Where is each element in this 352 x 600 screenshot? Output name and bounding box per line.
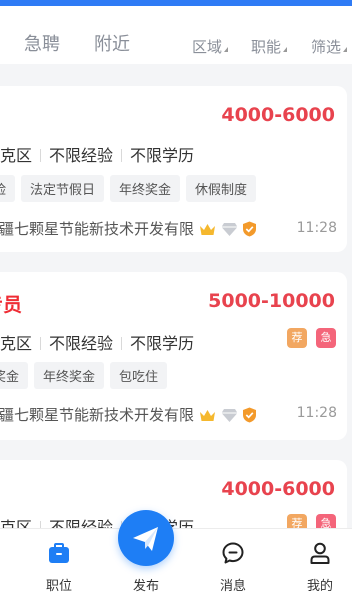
company-name-row: 新疆七颗星节能新技术开发有限: [0, 218, 257, 239]
paper-plane-icon: [133, 527, 158, 551]
job-tags: 奖金年终奖金包吃住: [0, 362, 173, 389]
person-icon: [310, 542, 330, 564]
job-salary: 5000-10000: [208, 290, 335, 312]
diamond-icon: [221, 409, 238, 422]
job-tag: 奖金: [0, 362, 29, 389]
nav-label-messages: 消息: [219, 579, 246, 594]
filter-region-label: 区域: [192, 38, 223, 56]
nav-label-profile: 我的: [306, 579, 333, 594]
job-tag: 险: [0, 175, 16, 202]
job-salary: 4000-6000: [221, 478, 335, 500]
chat-bubble-icon: [222, 542, 244, 564]
job-experience: 不限经验: [49, 334, 114, 353]
company-name: 新疆七颗星节能新技术开发有限: [0, 406, 195, 424]
job-education: 不限学历: [130, 146, 195, 165]
job-experience: 不限经验: [49, 146, 114, 165]
job-time: 11:28: [296, 405, 337, 421]
filter-region[interactable]: 区域: [192, 36, 229, 57]
job-title: 专员: [0, 294, 23, 316]
job-tag: 年终奖金: [110, 175, 181, 202]
job-location: 尼克区: [0, 146, 33, 165]
nav-item-messages[interactable]: 消息: [189, 529, 277, 600]
job-card[interactable]: 4000-6000 尼克区不限经验不限学历 险法定节假日年终奖金休假制度 新疆七…: [0, 86, 347, 252]
tab-urgent[interactable]: 急聘: [24, 30, 60, 56]
caret-down-icon: [224, 47, 229, 52]
company-name-row: 新疆七颗星节能新技术开发有限: [0, 404, 257, 425]
category-tab-bar: 急聘 附近 区域 职能 筛选: [0, 6, 352, 64]
job-card[interactable]: 专员 5000-10000 尼克区不限经验不限学历 荐 急 奖金年终奖金包吃住 …: [0, 272, 347, 440]
job-tag: 法定节假日: [21, 175, 105, 202]
tab-nearby[interactable]: 附近: [94, 30, 130, 56]
filter-more[interactable]: 筛选: [311, 36, 348, 57]
caret-down-icon: [343, 47, 348, 52]
job-salary: 4000-6000: [221, 104, 335, 126]
company-name: 新疆七颗星节能新技术开发有限: [0, 220, 195, 238]
crown-icon: [199, 224, 215, 235]
separator: [121, 149, 123, 162]
job-tags: 险法定节假日年终奖金休假制度: [0, 175, 262, 202]
diamond-icon: [221, 223, 238, 236]
nav-label-publish: 发布: [132, 579, 159, 594]
nav-label-jobs: 职位: [45, 579, 72, 594]
job-requirements: 尼克区不限经验不限学历: [0, 330, 194, 354]
separator: [121, 337, 123, 350]
recommended-badge: 荐: [287, 328, 307, 348]
crown-icon: [199, 410, 215, 421]
filter-function-label: 职能: [251, 38, 282, 56]
job-location: 尼克区: [0, 334, 33, 353]
job-requirements: 尼克区不限经验不限学历: [0, 142, 194, 166]
nav-item-profile[interactable]: 我的: [276, 529, 352, 600]
filter-more-label: 筛选: [311, 38, 342, 56]
bottom-tab-bar: 职位 发布 消息 我的: [0, 528, 352, 600]
verified-shield-icon: [243, 221, 257, 237]
briefcase-icon: [49, 543, 69, 563]
urgent-badge: 急: [316, 328, 336, 348]
job-tag: 年终奖金: [34, 362, 105, 389]
job-time: 11:28: [296, 220, 337, 236]
separator: [40, 149, 42, 162]
verified-shield-icon: [243, 407, 257, 423]
caret-down-icon: [283, 47, 288, 52]
publish-fab-button[interactable]: [118, 510, 174, 566]
filter-function[interactable]: 职能: [251, 36, 288, 57]
separator: [40, 337, 42, 350]
nav-item-jobs[interactable]: 职位: [15, 529, 103, 600]
job-education: 不限学历: [130, 334, 195, 353]
job-tag: 包吃住: [110, 362, 168, 389]
job-tag: 休假制度: [186, 175, 257, 202]
